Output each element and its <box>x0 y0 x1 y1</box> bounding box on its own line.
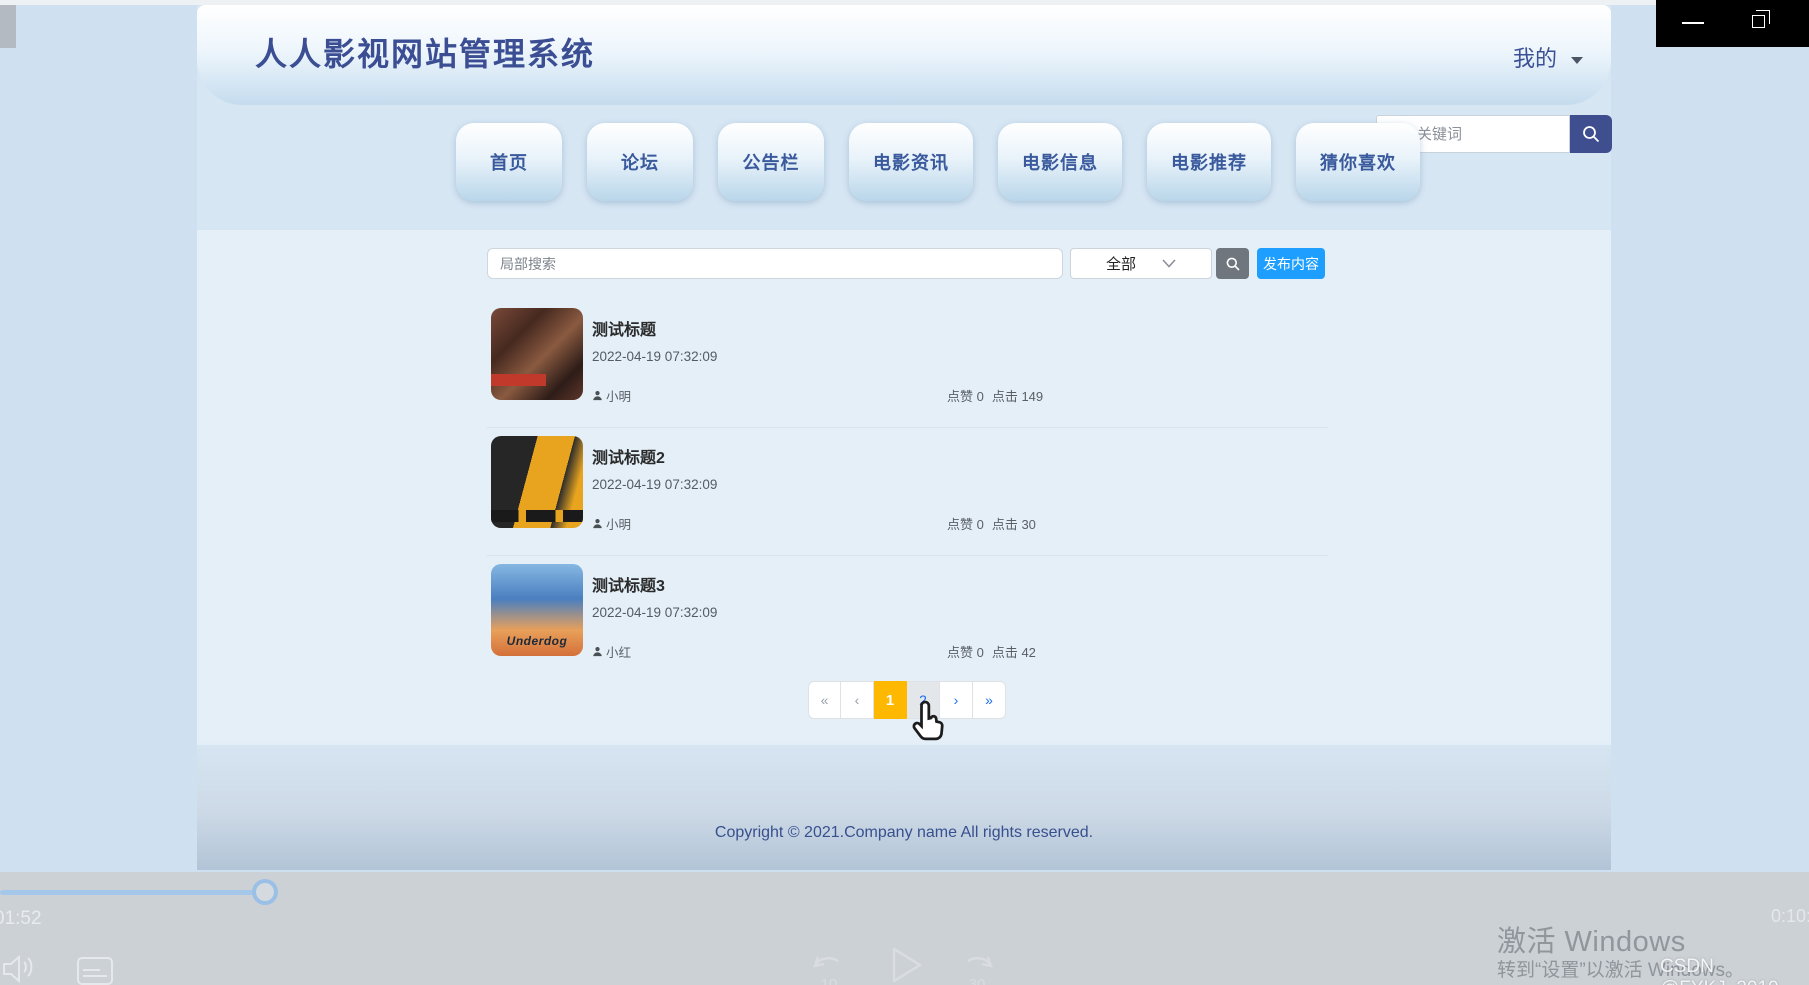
item-author: 小明 <box>592 386 631 405</box>
video-progress-bar[interactable] <box>0 890 256 895</box>
site-container: 人人影视网站管理系统 我的 首页 论坛 公告栏 电影资讯 电影信息 电影推荐 猜… <box>197 5 1612 870</box>
item-stats: 点赞 0 点击 42 <box>947 642 1036 661</box>
forward-30-button[interactable]: 30 <box>956 950 998 985</box>
movie-thumbnail[interactable]: Underdog <box>491 564 583 656</box>
pagination-page-1[interactable]: 1 <box>874 681 907 719</box>
nav-tab-home[interactable]: 首页 <box>456 123 562 201</box>
item-title[interactable]: 测试标题2 <box>592 444 665 468</box>
item-stats: 点赞 0 点击 149 <box>947 386 1043 405</box>
item-datetime: 2022-04-19 07:32:09 <box>592 349 718 364</box>
item-author: 小红 <box>592 642 631 661</box>
local-search-button[interactable] <box>1216 248 1249 279</box>
user-menu-dropdown[interactable]: 我的 <box>1513 41 1584 73</box>
activate-windows-watermark: 激活 Windows <box>1497 926 1686 958</box>
movie-thumbnail[interactable] <box>491 436 583 528</box>
rewind-seconds-label: 10 <box>820 976 838 985</box>
pagination-page-2[interactable]: 2 <box>907 681 940 719</box>
search-icon <box>1583 126 1600 143</box>
chevron-down-icon <box>1571 56 1584 64</box>
csdn-watermark: CSDN @FYKJ_2010 <box>1660 956 1779 985</box>
list-item[interactable]: 测试标题2 2022-04-19 07:32:09 小明 点赞 0 点击 30 <box>487 428 1328 556</box>
item-author: 小明 <box>592 514 631 533</box>
pagination-prev[interactable]: ‹ <box>841 681 874 719</box>
poster-banner <box>491 510 583 522</box>
publish-content-button[interactable]: 发布内容 <box>1257 248 1325 279</box>
pagination: « ‹ 1 2 › » <box>808 681 1006 719</box>
nav-tab-bulletin[interactable]: 公告栏 <box>718 123 824 201</box>
minimize-icon[interactable] <box>1682 22 1704 24</box>
subtitles-icon[interactable] <box>76 956 114 985</box>
keyword-search-button[interactable] <box>1570 115 1612 153</box>
play-button[interactable] <box>890 946 924 985</box>
movie-thumbnail[interactable] <box>491 308 583 400</box>
nav-tab-movie-info[interactable]: 电影信息 <box>998 123 1122 201</box>
list-item[interactable]: Underdog 测试标题3 2022-04-19 07:32:09 小红 点赞… <box>487 556 1328 684</box>
likes-count: 点赞 0 <box>947 517 984 532</box>
nav-tab-forum[interactable]: 论坛 <box>587 123 693 201</box>
nav-tab-guess-you-like[interactable]: 猜你喜欢 <box>1296 123 1420 201</box>
list-item[interactable]: 测试标题 2022-04-19 07:32:09 小明 点赞 0 点击 149 <box>487 300 1328 428</box>
user-icon <box>593 647 602 657</box>
volume-icon[interactable] <box>2 952 40 985</box>
page-title: 人人影视网站管理系统 <box>255 36 596 72</box>
site-header: 人人影视网站管理系统 我的 <box>197 5 1611 105</box>
user-icon <box>593 519 602 529</box>
item-stats: 点赞 0 点击 30 <box>947 514 1036 533</box>
copyright-text: Copyright © 2021.Company name All rights… <box>714 824 1094 841</box>
content-list: 测试标题 2022-04-19 07:32:09 小明 点赞 0 点击 149 … <box>487 300 1328 684</box>
category-select[interactable]: 全部 <box>1070 248 1212 279</box>
nav-tab-movie-recommend[interactable]: 电影推荐 <box>1147 123 1271 201</box>
user-icon <box>593 391 602 401</box>
footer-band <box>197 740 1611 870</box>
category-selected-value: 全部 <box>1105 256 1136 273</box>
item-title[interactable]: 测试标题3 <box>592 572 665 596</box>
video-progress-handle[interactable] <box>252 879 278 905</box>
restore-window-icon[interactable] <box>1752 10 1770 28</box>
pagination-next[interactable]: › <box>940 681 973 719</box>
likes-count: 点赞 0 <box>947 389 984 404</box>
item-datetime: 2022-04-19 07:32:09 <box>592 605 718 620</box>
item-title[interactable]: 测试标题 <box>592 316 656 340</box>
local-search-input[interactable] <box>487 248 1063 279</box>
rewind-10-button[interactable]: 10 <box>808 950 850 985</box>
item-datetime: 2022-04-19 07:32:09 <box>592 477 718 492</box>
pagination-last[interactable]: » <box>973 681 1006 719</box>
clicks-count: 点击 149 <box>991 389 1044 404</box>
window-controls <box>1656 0 1809 47</box>
chevron-down-icon <box>1162 259 1176 268</box>
left-edge-tab <box>0 5 16 48</box>
search-icon <box>1226 257 1240 271</box>
user-menu-label: 我的 <box>1513 46 1558 71</box>
remaining-time: 0:10: <box>1771 906 1809 926</box>
forward-seconds-label: 30 <box>968 976 986 985</box>
poster-title-text: Underdog <box>506 634 568 648</box>
main-nav: 首页 论坛 公告栏 电影资讯 电影信息 电影推荐 猜你喜欢 <box>456 123 1420 201</box>
clicks-count: 点击 42 <box>991 645 1036 660</box>
pagination-first[interactable]: « <box>808 681 841 719</box>
elapsed-time: 01:52 <box>0 908 42 929</box>
nav-tab-movie-news[interactable]: 电影资讯 <box>849 123 973 201</box>
clicks-count: 点击 30 <box>991 517 1036 532</box>
likes-count: 点赞 0 <box>947 645 984 660</box>
poster-banner <box>491 374 547 386</box>
